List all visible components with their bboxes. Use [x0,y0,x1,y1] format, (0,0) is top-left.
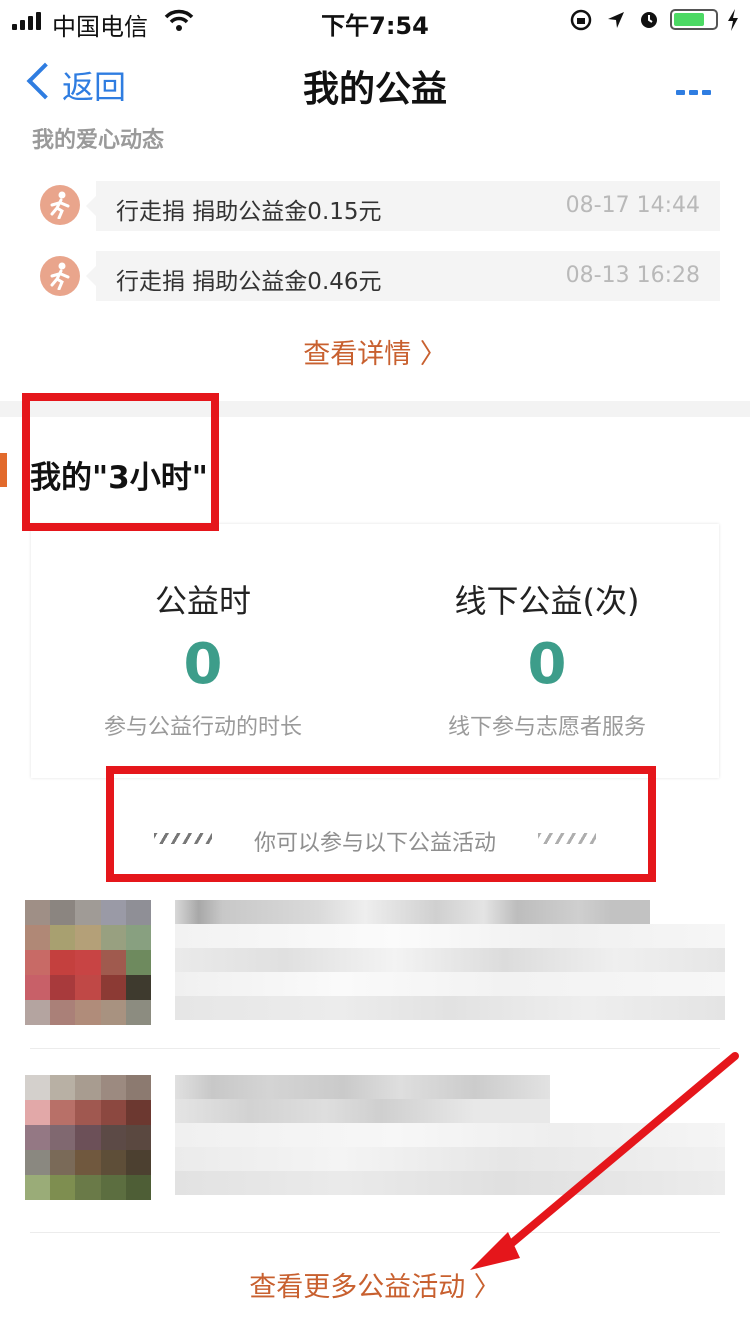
feed-item: 行走捐 捐助公益金0.15元 08-17 14:44 [86,181,720,231]
feed-item: 行走捐 捐助公益金0.46元 08-13 16:28 [86,251,720,301]
feed-item-text: 行走捐 捐助公益金0.15元 [116,199,382,225]
activity-thumbnail[interactable] [25,1075,151,1200]
status-bar: 中国电信 下午7:54 [0,0,750,41]
view-details-link[interactable]: 查看详情 〉 [0,332,750,371]
annotation-box-title [22,393,219,531]
stat-value: 0 [527,632,567,697]
battery-icon [670,9,718,30]
stat-description: 参与公益行动的时长 [103,715,302,740]
section-accent-bar [0,453,7,487]
annotation-box-hint [106,766,656,882]
feed-item-text: 行走捐 捐助公益金0.46元 [116,269,382,295]
location-icon [608,12,624,28]
page-title: 我的公益 [302,69,447,110]
stat-label: 线下公益(次) [454,582,640,620]
feed-item-time: 08-17 14:44 [565,193,700,218]
stat-description: 线下参与志愿者服务 [447,715,646,740]
activity-thumbnail[interactable] [25,900,151,1025]
rotation-lock-icon [570,9,592,31]
annotation-arrow-icon [470,1052,739,1270]
activity-item-text-blurred[interactable] [175,900,725,1020]
more-menu-icon[interactable] [676,80,715,99]
donation-feed-heading: 我的爱心动态 [32,128,165,153]
stat-label: 公益时 [154,582,251,620]
stat-value: 0 [183,632,223,697]
running-person-icon [40,256,80,296]
feed-item-time: 08-13 16:28 [565,263,700,288]
alarm-icon [641,12,657,28]
charging-icon [728,9,738,31]
stats-card: 公益时 0 参与公益行动的时长 线下公益(次) 0 线下参与志愿者服务 [31,524,719,778]
running-person-icon [40,185,80,225]
